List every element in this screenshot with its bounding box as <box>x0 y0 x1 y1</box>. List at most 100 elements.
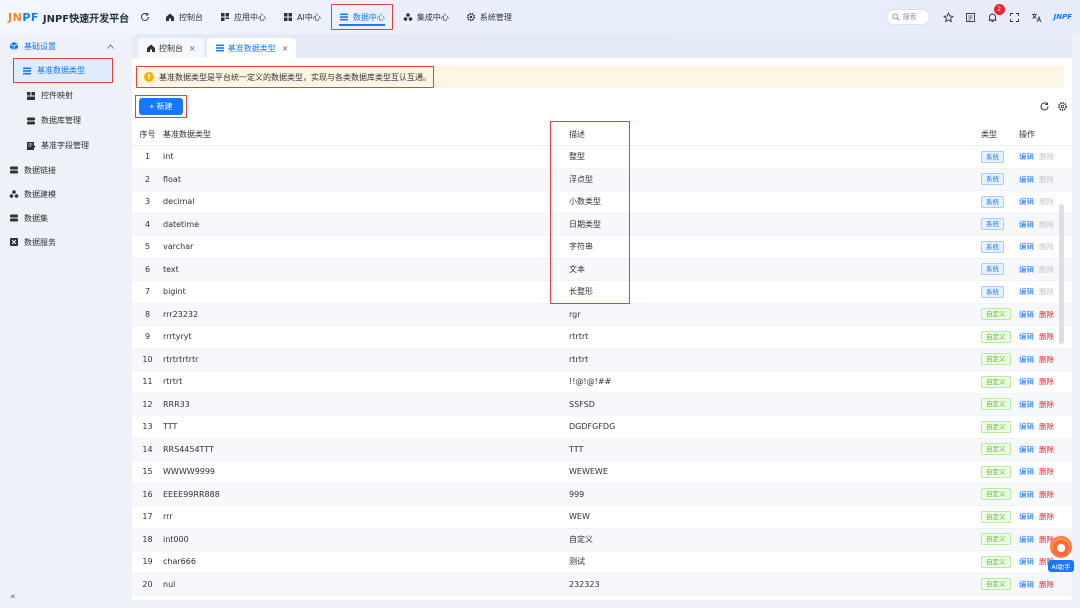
delete-link[interactable]: 删除 <box>1039 445 1054 454</box>
cell-no: 14 <box>132 438 163 461</box>
star-icon[interactable] <box>943 11 955 23</box>
sidebar-item-base-data-type[interactable]: 基准数据类型 <box>13 58 113 83</box>
settings-icon[interactable] <box>1056 100 1068 112</box>
edit-link[interactable]: 编辑 <box>1019 445 1034 454</box>
nav-item-console[interactable]: 控制台 <box>158 4 210 30</box>
edit-link[interactable]: 编辑 <box>1019 287 1034 296</box>
delete-link[interactable]: 删除 <box>1039 467 1054 476</box>
cell-actions: 编辑 删除 <box>1019 483 1072 506</box>
sidebar-item-database-management[interactable]: 数据库管理 <box>4 108 124 133</box>
app-logo[interactable]: JNPF JNPF快速开发平台 <box>8 10 132 25</box>
edit-link[interactable]: 编辑 <box>1019 490 1034 499</box>
widget-icon <box>26 91 36 101</box>
edit-link[interactable]: 编辑 <box>1019 242 1034 251</box>
fullscreen-icon[interactable] <box>1009 11 1021 23</box>
cell-no: 20 <box>132 573 163 596</box>
cell-actions: 编辑 删除 <box>1019 415 1072 439</box>
cell-desc: 232323 <box>569 573 981 596</box>
cell-desc: 自定义 <box>569 528 981 551</box>
delete-link[interactable]: 删除 <box>1039 580 1054 589</box>
cell-no: 1 <box>132 145 163 169</box>
edit-link[interactable]: 编辑 <box>1019 220 1034 229</box>
edit-link[interactable]: 编辑 <box>1019 355 1034 364</box>
edit-link[interactable]: 编辑 <box>1019 422 1034 431</box>
user-brand-mark[interactable]: JNPF <box>1054 13 1072 21</box>
nav-item-ai-center[interactable]: AI中心 <box>276 4 328 30</box>
sidebar-group-dataset[interactable]: 数据集 <box>0 206 128 230</box>
cell-desc: 文本 <box>569 258 981 281</box>
translate-icon[interactable] <box>1031 11 1043 23</box>
sidebar-group-label: 基础设置 <box>24 41 56 51</box>
nav-item-app-center[interactable]: 应用中心 <box>213 4 273 30</box>
cell-no: 2 <box>132 168 163 191</box>
notification-badge: 2 <box>993 4 1005 15</box>
model-icon <box>9 189 19 199</box>
sidebar-group-data-service[interactable]: 数据服务 <box>0 230 128 254</box>
field-edit-icon <box>26 141 36 151</box>
tab-base-data-type[interactable]: 基准数据类型 × <box>206 38 297 58</box>
edit-link[interactable]: 编辑 <box>1019 467 1034 476</box>
cell-desc: rtrtrt <box>569 348 981 371</box>
edit-link[interactable]: 编辑 <box>1019 175 1034 184</box>
document-icon[interactable] <box>965 11 977 23</box>
edit-link[interactable]: 编辑 <box>1019 152 1034 161</box>
new-button[interactable]: + 新建 <box>139 98 183 115</box>
sidebar-item-control-mapping[interactable]: 控件映射 <box>4 83 124 108</box>
list-icon <box>215 43 225 53</box>
tab-console[interactable]: 控制台 × <box>138 38 204 58</box>
edit-link[interactable]: 编辑 <box>1019 332 1034 341</box>
cell-no: 9 <box>132 325 163 349</box>
table-row: 4 datetime 日期类型 系统 编辑 删除 <box>132 213 1072 236</box>
nav-item-data-center[interactable]: 数据中心 <box>330 4 393 30</box>
delete-link[interactable]: 删除 <box>1039 310 1054 319</box>
table-row: 2 float 浮点型 系统 编辑 删除 <box>132 168 1072 191</box>
edit-link[interactable]: 编辑 <box>1019 557 1034 566</box>
delete-link[interactable]: 删除 <box>1039 355 1054 364</box>
delete-link[interactable]: 删除 <box>1039 490 1054 499</box>
table-scrollbar[interactable] <box>1059 204 1064 344</box>
table-row: 8 rrr23232 rgr 自定义 编辑 删除 <box>132 303 1072 326</box>
sidebar-item-base-field-management[interactable]: 基准字段管理 <box>4 133 124 158</box>
delete-link[interactable]: 删除 <box>1039 512 1054 521</box>
sidebar-group-basic-settings[interactable]: 基础设置 <box>0 34 128 58</box>
delete-link: 删除 <box>1039 174 1054 184</box>
cell-no: 4 <box>132 213 163 236</box>
nav-item-integration-center[interactable]: 集成中心 <box>396 4 456 30</box>
table-tools <box>1032 100 1068 112</box>
edit-link[interactable]: 编辑 <box>1019 310 1034 319</box>
cell-name: WWWW9999 <box>163 460 569 484</box>
cell-name: bigint <box>163 280 569 304</box>
cell-desc: 测试 <box>569 550 981 574</box>
sidebar-collapse-button[interactable]: « <box>10 592 16 602</box>
close-icon[interactable]: × <box>282 44 289 53</box>
ai-assistant-button[interactable]: AI助手 <box>1046 536 1076 576</box>
delete-link[interactable]: 删除 <box>1039 422 1054 431</box>
cell-name: rtrtrt <box>163 370 569 394</box>
edit-link[interactable]: 编辑 <box>1019 377 1034 386</box>
close-icon[interactable]: × <box>189 44 196 53</box>
edit-link[interactable]: 编辑 <box>1019 535 1034 544</box>
info-alert: ! 基准数据类型是平台统一定义的数据类型，实现与各类数据库类型互认互通。 <box>136 66 1064 88</box>
edit-link[interactable]: 编辑 <box>1019 400 1034 409</box>
cell-desc: 浮点型 <box>569 168 981 191</box>
edit-link[interactable]: 编辑 <box>1019 580 1034 589</box>
edit-link[interactable]: 编辑 <box>1019 197 1034 206</box>
refresh-icon[interactable] <box>1038 100 1050 112</box>
bell-icon[interactable]: 2 <box>987 4 1005 23</box>
table-row: 5 varchar 字符串 系统 编辑 删除 <box>132 235 1072 259</box>
delete-link: 删除 <box>1039 287 1054 297</box>
cell-no: 8 <box>132 303 163 326</box>
type-tag: 系统 <box>981 263 1004 276</box>
nav-item-system-management[interactable]: 系统管理 <box>459 4 519 30</box>
sidebar-group-data-link[interactable]: 数据链接 <box>0 158 128 182</box>
delete-link[interactable]: 删除 <box>1039 400 1054 409</box>
sidebar-group-data-modeling[interactable]: 数据建模 <box>0 182 128 206</box>
search-input[interactable]: 搜索 <box>885 9 930 25</box>
edit-link[interactable]: 编辑 <box>1019 512 1034 521</box>
edit-link[interactable]: 编辑 <box>1019 265 1034 274</box>
table-row: 16 EEEE99RR888 999 自定义 编辑 删除 <box>132 483 1072 506</box>
cell-desc: rtrtrt <box>569 325 981 349</box>
refresh-icon[interactable] <box>138 10 152 24</box>
delete-link[interactable]: 删除 <box>1039 332 1054 341</box>
delete-link[interactable]: 删除 <box>1039 377 1054 386</box>
